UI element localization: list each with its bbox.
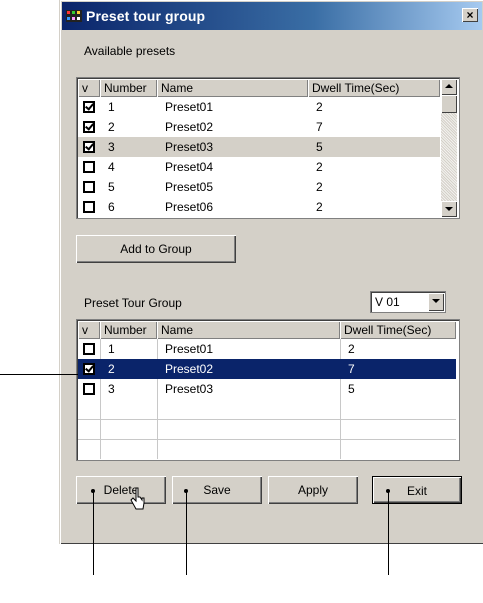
group-select-value: V 01 <box>375 295 400 309</box>
row-name: Preset01 <box>165 100 214 114</box>
table-row[interactable]: 3 Preset03 5 <box>78 137 440 157</box>
scroll-thumb[interactable] <box>441 95 457 113</box>
callout-dot-save <box>184 489 188 493</box>
callout-line-row <box>0 374 78 375</box>
row-dwell: 2 <box>316 200 323 214</box>
callout-dot-delete <box>91 489 95 493</box>
table-row[interactable]: 4 Preset04 2 <box>78 157 440 177</box>
table-row-selected[interactable]: 2 Preset02 7 <box>78 359 456 379</box>
row-checkbox[interactable] <box>83 121 95 133</box>
table-row[interactable]: 5 Preset05 2 <box>78 177 440 197</box>
row-number: 5 <box>108 180 115 194</box>
row-checkbox[interactable] <box>83 141 95 153</box>
row-checkbox[interactable] <box>83 201 95 213</box>
row-checkbox[interactable] <box>83 343 95 355</box>
row-name: Preset02 <box>165 362 214 376</box>
row-number: 2 <box>108 120 115 134</box>
col-header-v[interactable]: v <box>78 321 100 339</box>
table-row[interactable]: 3 Preset03 5 <box>78 379 456 399</box>
available-presets-table: v Number Name Dwell Time(Sec) 1 Preset01… <box>76 77 460 219</box>
add-to-group-button[interactable]: Add to Group <box>76 235 236 263</box>
row-name: Preset03 <box>165 382 214 396</box>
tour-group-table: v Number Name Dwell Time(Sec) 1 Preset01… <box>76 319 460 461</box>
col-header-number[interactable]: Number <box>100 79 157 97</box>
col-header-name[interactable]: Name <box>157 321 340 339</box>
row-number: 1 <box>108 342 115 356</box>
delete-button[interactable]: Delete <box>76 476 166 504</box>
row-number: 6 <box>108 200 115 214</box>
col-header-dwell[interactable]: Dwell Time(Sec) <box>340 321 456 339</box>
row-dwell: 7 <box>348 362 355 376</box>
row-number: 2 <box>108 362 115 376</box>
col-header-dwell[interactable]: Dwell Time(Sec) <box>308 79 440 97</box>
row-dwell: 7 <box>316 120 323 134</box>
row-name: Preset01 <box>165 342 214 356</box>
row-dwell: 2 <box>348 342 355 356</box>
apply-button[interactable]: Apply <box>268 476 358 504</box>
scroll-up-button[interactable] <box>441 79 457 95</box>
col-header-name[interactable]: Name <box>157 79 308 97</box>
chevron-down-icon <box>432 299 440 303</box>
row-name: Preset06 <box>165 200 214 214</box>
close-button[interactable]: × <box>462 8 478 22</box>
callout-dot-exit <box>386 489 390 493</box>
title-bar: Preset tour group × <box>62 2 482 30</box>
row-checkbox[interactable] <box>83 363 95 375</box>
mouse-pointer-icon <box>130 487 145 510</box>
vertical-scrollbar[interactable] <box>441 79 457 217</box>
preset-tour-group-dialog: Preset tour group × Available presets v … <box>59 0 483 544</box>
table-row[interactable]: 1 Preset01 2 <box>78 339 456 359</box>
table-row[interactable]: 6 Preset06 2 <box>78 197 440 217</box>
row-name: Preset03 <box>165 140 214 154</box>
callout-line-exit <box>388 491 389 575</box>
row-number: 1 <box>108 100 115 114</box>
col-header-v[interactable]: v <box>78 79 100 97</box>
row-dwell: 5 <box>348 382 355 396</box>
row-name: Preset02 <box>165 120 214 134</box>
row-name: Preset05 <box>165 180 214 194</box>
row-number: 4 <box>108 160 115 174</box>
arrow-up-icon <box>445 84 453 88</box>
table-row[interactable]: 1 Preset01 2 <box>78 97 440 117</box>
available-presets-label: Available presets <box>84 44 176 58</box>
group-select[interactable]: V 01 <box>370 291 446 313</box>
row-name: Preset04 <box>165 160 214 174</box>
callout-line-delete <box>93 491 94 575</box>
row-dwell: 2 <box>316 100 323 114</box>
row-number: 3 <box>108 382 115 396</box>
row-number: 3 <box>108 140 115 154</box>
preset-tour-group-label: Preset Tour Group <box>84 296 182 310</box>
table-row[interactable]: 2 Preset02 7 <box>78 117 440 137</box>
row-checkbox[interactable] <box>83 383 95 395</box>
window-title: Preset tour group <box>86 8 206 24</box>
app-icon <box>66 10 82 22</box>
row-dwell: 2 <box>316 180 323 194</box>
row-dwell: 2 <box>316 160 323 174</box>
scroll-down-button[interactable] <box>441 201 457 217</box>
row-checkbox[interactable] <box>83 101 95 113</box>
row-checkbox[interactable] <box>83 181 95 193</box>
row-checkbox[interactable] <box>83 161 95 173</box>
callout-line-save <box>186 491 187 575</box>
group-select-dropdown-button[interactable] <box>428 293 444 311</box>
arrow-down-icon <box>445 207 453 211</box>
row-dwell: 5 <box>316 140 323 154</box>
col-header-number[interactable]: Number <box>100 321 157 339</box>
